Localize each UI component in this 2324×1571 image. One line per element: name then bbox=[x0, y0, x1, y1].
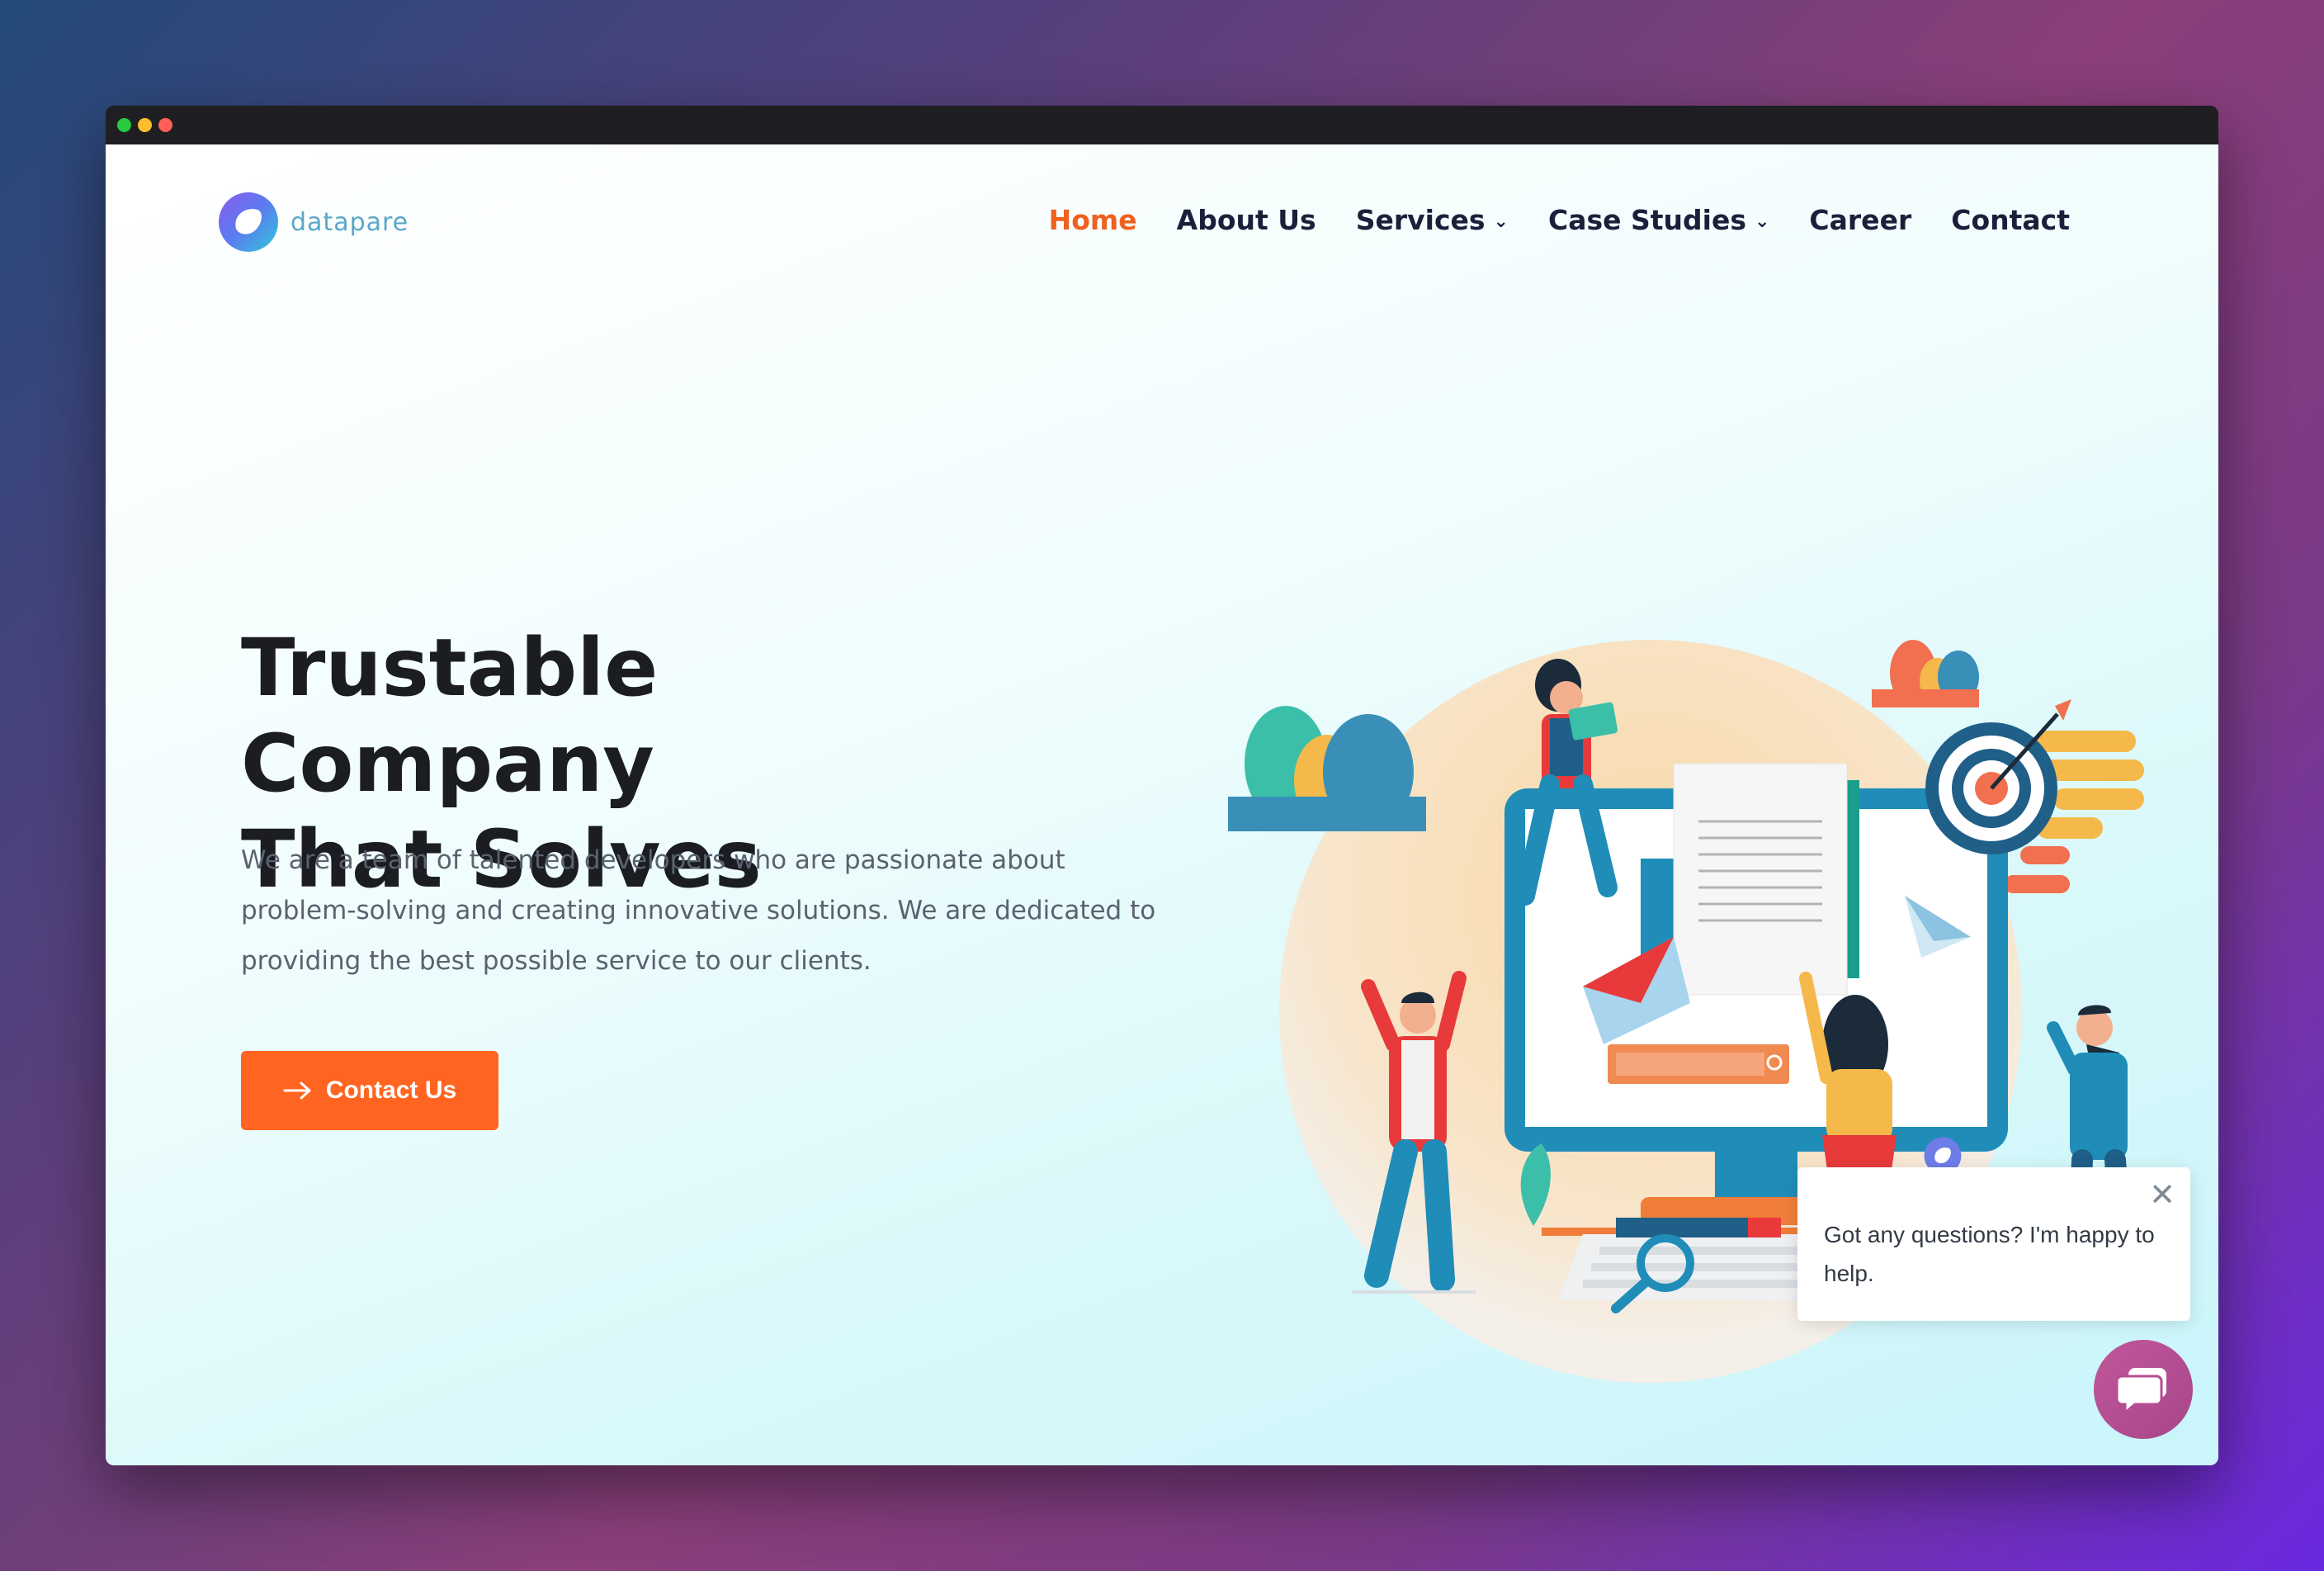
nav-about-us[interactable]: About Us bbox=[1177, 204, 1316, 236]
cloud-left bbox=[1228, 706, 1426, 831]
nav-home-label: Home bbox=[1048, 204, 1137, 236]
logo-text: datapare bbox=[290, 207, 409, 237]
nav-case-studies[interactable]: Case Studies ⌄ bbox=[1548, 204, 1769, 236]
nav-career[interactable]: Career bbox=[1809, 204, 1911, 236]
chat-bubble-icon bbox=[2117, 1368, 2166, 1414]
maximize-dot[interactable] bbox=[117, 118, 131, 132]
nav-case-studies-label: Case Studies bbox=[1547, 204, 1746, 236]
chevron-down-icon: ⌄ bbox=[1754, 211, 1770, 232]
nav-home[interactable]: Home bbox=[1049, 204, 1137, 236]
contact-us-button-label: Contact Us bbox=[325, 1077, 457, 1104]
hero-title-line-1: Trustable Company bbox=[241, 622, 659, 810]
chat-message: Got any questions? I'm happy to help. bbox=[1824, 1222, 2155, 1286]
nav-career-label: Career bbox=[1809, 204, 1912, 236]
nav-services-label: Services bbox=[1355, 204, 1486, 236]
logo-mark-icon bbox=[219, 192, 278, 252]
web-page: datapare Home About Us Services ⌄ Case St… bbox=[106, 144, 2218, 1465]
nav-services[interactable]: Services ⌄ bbox=[1356, 204, 1509, 236]
chat-popup: ✕ Got any questions? I'm happy to help. bbox=[1797, 1167, 2190, 1321]
close-icon[interactable]: ✕ bbox=[2149, 1179, 2175, 1210]
chevron-down-icon: ⌄ bbox=[1493, 211, 1509, 232]
hero-description: We are a team of talented developers who… bbox=[241, 845, 1156, 976]
nav-about-us-label: About Us bbox=[1176, 204, 1316, 236]
browser-window: datapare Home About Us Services ⌄ Case St… bbox=[106, 106, 2218, 1465]
pencil bbox=[1616, 1218, 1748, 1237]
nav-contact-label: Contact bbox=[1951, 204, 2070, 236]
brand-logo[interactable]: datapare bbox=[218, 192, 409, 253]
chat-launcher-button[interactable] bbox=[2094, 1340, 2193, 1439]
close-dot[interactable] bbox=[158, 118, 172, 132]
window-titlebar bbox=[106, 106, 2218, 144]
main-nav: Home About Us Services ⌄ Case Studies ⌄ Ca… bbox=[1049, 204, 2070, 236]
arrow-right-icon bbox=[283, 1081, 311, 1100]
minimize-dot[interactable] bbox=[138, 118, 152, 132]
cloud-top-right bbox=[1872, 640, 1979, 707]
contact-us-button[interactable]: Contact Us bbox=[241, 1051, 498, 1130]
nav-contact[interactable]: Contact bbox=[1951, 204, 2070, 236]
